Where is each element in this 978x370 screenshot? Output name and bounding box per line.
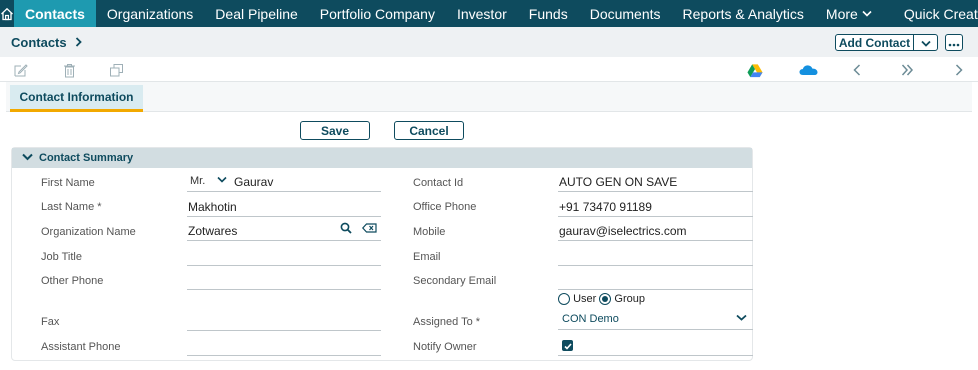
radio-user-label: User (573, 293, 597, 305)
nav-funds-label: Funds (528, 5, 568, 22)
notify-owner-label: Notify Owner (413, 341, 477, 353)
radio-group[interactable] (599, 293, 612, 306)
chevron-down-icon (736, 310, 747, 324)
assigned-to-label: Assigned To * (413, 316, 481, 328)
secondary-email-label: Secondary Email (413, 275, 497, 287)
nav-more-label: More (825, 5, 858, 22)
cancel-button[interactable]: Cancel (394, 121, 464, 140)
first-name-field: Mr. Gaurav (187, 174, 381, 192)
tab-contact-information[interactable]: Contact Information (10, 85, 143, 112)
add-contact-dropdown-button[interactable] (913, 34, 938, 51)
nav-organizations-label: Organizations (106, 5, 194, 22)
record-toolbar (0, 57, 978, 82)
edit-icon[interactable] (12, 62, 28, 78)
assigned-to-select[interactable]: CON Demo (558, 312, 753, 330)
chevron-down-icon[interactable] (217, 172, 227, 186)
last-name-input[interactable]: Makhotin (187, 199, 381, 217)
nav-portfolio-company-label: Portfolio Company (319, 5, 435, 22)
nav-documents[interactable]: Documents (579, 0, 672, 27)
assigned-to-value: CON Demo (562, 313, 619, 325)
secondary-email-input[interactable] (558, 272, 753, 290)
mobile-input[interactable]: gaurav@iselectrics.com (558, 223, 753, 241)
breadcrumb-bar: Contacts (0, 27, 978, 57)
chevron-right-icon (75, 35, 82, 50)
last-name-label: Last Name * (41, 201, 102, 213)
mobile-value: gaurav@iselectrics.com (559, 224, 687, 238)
radio-user[interactable] (558, 293, 570, 306)
duplicate-icon[interactable] (108, 62, 124, 78)
nav-funds[interactable]: Funds (518, 0, 579, 27)
last-name-value: Makhotin (188, 200, 237, 214)
assistant-phone-label: Assistant Phone (41, 341, 121, 353)
office-phone-input[interactable]: +91 73470 91189 (558, 199, 753, 217)
email-input[interactable] (558, 248, 753, 266)
chevron-down-icon (862, 10, 872, 17)
next-record-icon[interactable] (951, 62, 967, 78)
onedrive-icon[interactable] (798, 62, 818, 78)
assign-type-radio-group: User Group (558, 293, 645, 306)
salutation-select[interactable]: Mr. (190, 175, 205, 187)
notify-owner-field (558, 338, 753, 356)
job-title-input[interactable] (187, 248, 381, 266)
nav-contacts[interactable]: Contacts (14, 0, 96, 27)
save-button[interactable]: Save (300, 121, 370, 140)
section-header[interactable]: Contact Summary (12, 148, 752, 168)
more-options-button[interactable] (945, 34, 963, 51)
chevron-down-icon (22, 152, 33, 164)
other-phone-label: Other Phone (41, 275, 104, 287)
tab-strip: Contact Information (6, 82, 972, 112)
clear-field-icon[interactable] (361, 222, 377, 236)
organization-name-input[interactable]: Zotwares (187, 222, 381, 241)
first-name-input[interactable]: Gaurav (234, 175, 273, 189)
fax-label: Fax (41, 316, 60, 328)
radio-group-label: Group (614, 293, 645, 305)
top-navigation: Contacts Organizations Deal Pipeline Por… (0, 0, 978, 27)
notify-owner-checkbox[interactable] (562, 340, 573, 351)
nav-investor-label: Investor (456, 5, 507, 22)
google-drive-icon[interactable] (747, 62, 763, 78)
home-icon[interactable] (0, 0, 14, 27)
email-label: Email (413, 251, 441, 263)
section-title: Contact Summary (39, 152, 134, 164)
breadcrumb-label: Contacts (11, 35, 67, 50)
organization-name-value: Zotwares (188, 224, 238, 238)
nav-contacts-label: Contacts (25, 5, 85, 22)
add-contact-button[interactable]: Add Contact (835, 34, 914, 51)
nav-reports-analytics[interactable]: Reports & Analytics (672, 0, 815, 27)
job-title-label: Job Title (41, 251, 82, 263)
nav-deal-pipeline[interactable]: Deal Pipeline (204, 0, 309, 27)
office-phone-value: +91 73470 91189 (559, 200, 652, 214)
fax-input[interactable] (187, 313, 381, 331)
nav-quick-create[interactable]: Quick Create (893, 0, 978, 27)
office-phone-label: Office Phone (413, 201, 477, 213)
organization-name-label: Organization Name (41, 226, 136, 238)
contact-id-value: AUTO GEN ON SAVE (559, 175, 678, 189)
nav-documents-label: Documents (589, 5, 661, 22)
nav-more[interactable]: More (815, 0, 883, 27)
contact-id-label: Contact Id (413, 177, 464, 189)
breadcrumb[interactable]: Contacts (11, 35, 82, 50)
nav-portfolio-company[interactable]: Portfolio Company (309, 0, 446, 27)
chevron-down-icon (920, 36, 931, 50)
trash-icon[interactable] (61, 62, 77, 78)
other-phone-input[interactable] (187, 272, 381, 290)
previous-record-icon[interactable] (849, 62, 865, 78)
nav-reports-analytics-label: Reports & Analytics (682, 5, 804, 22)
nav-deal-pipeline-label: Deal Pipeline (215, 5, 298, 22)
mobile-label: Mobile (413, 226, 446, 238)
contact-id-field: AUTO GEN ON SAVE (558, 174, 753, 192)
ellipsis-icon (948, 36, 960, 50)
nav-investor[interactable]: Investor (446, 0, 518, 27)
first-name-label: First Name (41, 177, 95, 189)
nav-quick-create-label: Quick Create (903, 5, 978, 22)
nav-organizations[interactable]: Organizations (96, 0, 204, 27)
assistant-phone-input[interactable] (187, 338, 381, 356)
search-icon[interactable] (340, 222, 352, 237)
last-record-icon[interactable] (899, 62, 915, 78)
checkmark-icon (563, 339, 572, 353)
